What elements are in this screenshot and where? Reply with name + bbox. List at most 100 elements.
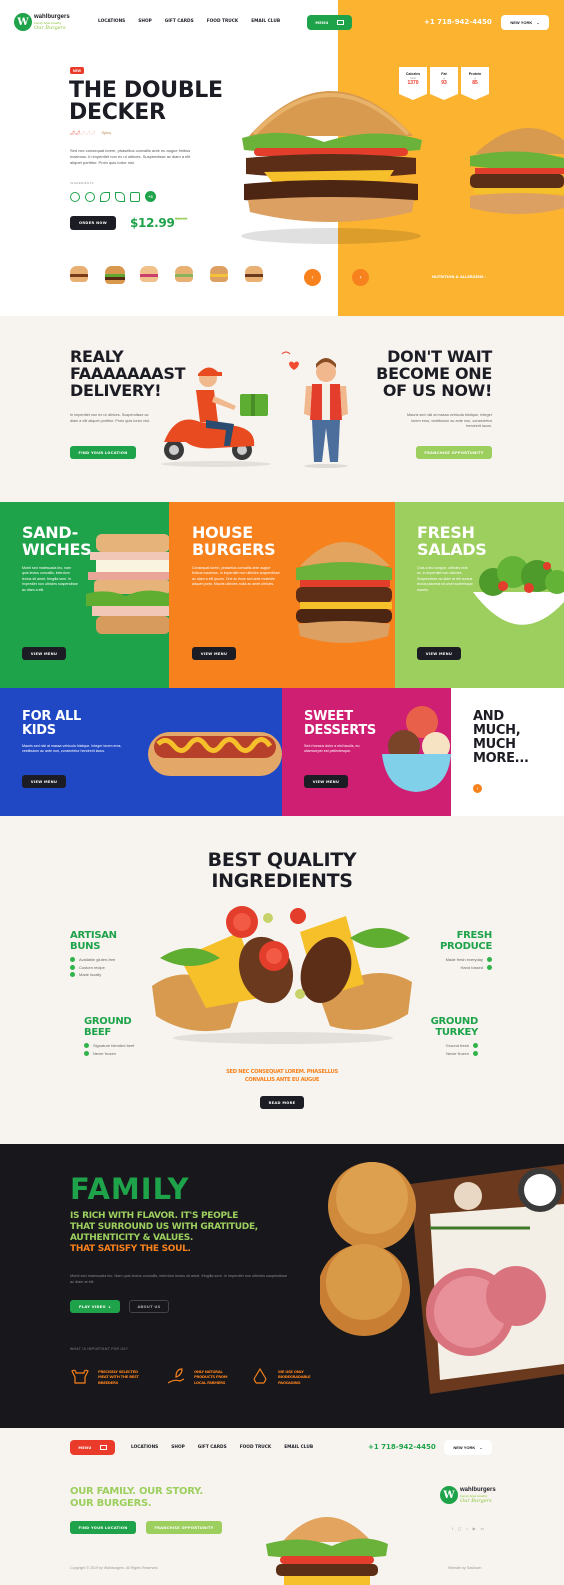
view-menu-button[interactable]: VIEW MENU [22,775,66,788]
check-icon [487,957,492,963]
nav-locations[interactable]: LOCATIONS [98,19,125,24]
category-title: SWEET DESSERTS [304,710,376,738]
phone-number[interactable]: +1 718-942-4450 [424,18,492,26]
find-location-button[interactable]: FIND YOUR LOCATION [70,446,136,459]
more-title: AND MUCH, MUCH MORE... [473,710,529,766]
view-menu-button[interactable]: VIEW MENU [192,647,236,660]
value-label: WE USE ONLY BIODEGRADABLE PACKAGING [278,1369,311,1385]
burger-thumb[interactable] [210,266,230,286]
feature-item: Signature blended beef [84,1042,134,1050]
franchise-title: DON'T WAIT BECOME ONE OF US NOW! [360,348,492,399]
chevron-left-icon: ‹ [311,274,314,281]
site-credit[interactable]: Website by Sashown [448,1566,482,1570]
feature-list: Ground fresh Never frozen [406,1042,478,1057]
burger-thumb-active[interactable] [105,266,125,286]
facebook-icon[interactable]: f [452,1526,453,1531]
feature-item: Ground fresh [406,1042,478,1050]
feature-title: FRESH PRODUCE [420,930,492,952]
footer-city-select[interactable]: NEW YORK ⌄ [444,1440,492,1455]
ingredients-title-line1: BEST QUALITY [207,849,357,871]
feature-item-label: Made locally [79,972,102,977]
footer-find-location-button[interactable]: FIND YOUR LOCATION [70,1521,136,1534]
hero-burger-next-image [470,128,564,214]
view-menu-button[interactable]: VIEW MENU [304,775,348,788]
category-sandwiches: SAND- WICHES Morbi sed malesuada leo, na… [0,502,169,688]
nav-gift-cards[interactable]: GIFT CARDS [165,19,194,24]
footer-story-line2: OUR BURGERS. [70,1498,152,1509]
family-subtitle: IS RICH WITH FLAVOR. IT'S PEOPLE THAT SU… [70,1211,258,1255]
more-line3: MUCH [473,737,516,752]
category-title-line2: BURGERS [192,540,276,559]
sandwich-image [86,534,169,634]
feature-item-label: Never frozen [446,1050,469,1056]
franchise-man-illustration [281,351,348,468]
feature-item: Never frozen [406,1050,478,1058]
view-menu-button[interactable]: VIEW MENU [22,647,66,660]
prev-slide-button[interactable]: ‹ [304,269,321,286]
category-house-burgers: HOUSE BURGERS Consequat lorem, phasellus… [169,502,395,688]
value-item: WE USE ONLY BIODEGRADABLE PACKAGING [250,1367,346,1387]
read-more-button[interactable]: READ MORE [260,1096,304,1109]
value-item: PRECISELY SELECTED MEAT WITH THE BEST BR… [70,1367,166,1387]
nav-shop[interactable]: SHOP [171,1445,185,1450]
ingredients-tagline: SED NEC CONSEQUAT LOREM. PHASELLUS CONVA… [0,1068,564,1084]
footer-brand-logo[interactable]: W wahlburgers Family Style Healthy Our B… [440,1486,496,1506]
feature-fresh-produce: FRESH PRODUCE Made fresh everyday Hand t… [420,930,492,971]
nav-food-truck[interactable]: FOOD TRUCK [240,1445,272,1450]
value-line: BREEDERS [98,1379,119,1385]
check-icon [473,1043,478,1049]
twitter-icon[interactable]: t [466,1526,467,1531]
play-video-button[interactable]: PLAY VIDEO ▸ [70,1300,120,1313]
more-arrow-button[interactable]: › [473,784,482,793]
nav-email-club[interactable]: EMAIL CLUB [251,19,280,24]
next-slide-button[interactable]: › [352,269,369,286]
ingredients-title: BEST QUALITY INGREDIENTS [0,850,564,892]
linkedin-icon[interactable]: in [481,1526,484,1531]
hero-title-line2: DECKER [69,100,166,125]
category-title-line2: DESSERTS [304,723,376,738]
feature-title-line2: TURKEY [435,1027,478,1038]
nav-food-truck[interactable]: FOOD TRUCK [207,19,239,24]
burger-thumbnails [70,266,265,286]
feature-item: Made locally [70,971,117,979]
nutrition-link[interactable]: NUTRITION & ALLERGENS › [432,275,486,279]
brand-logo[interactable]: W wahlburgers Family Style Healthy Our B… [14,13,72,33]
burger-thumb[interactable] [70,266,90,286]
feature-item-label: Ground fresh [445,1043,469,1048]
nav-gift-cards[interactable]: GIFT CARDS [198,1445,227,1450]
view-menu-button[interactable]: VIEW MENU [417,647,461,660]
youtube-icon[interactable]: ▶ [473,1526,476,1531]
footer-menu-button[interactable]: MENU [70,1440,115,1455]
burger-thumb[interactable] [140,266,160,286]
order-now-button[interactable]: ORDER NOW [70,216,116,230]
feature-title-line1: GROUND [84,1016,132,1027]
more-ingredients-badge[interactable]: +3 [145,191,156,202]
feature-title: ARTISAN BUNS [70,930,117,952]
burger-thumb[interactable] [245,266,265,286]
family-title: FAMILY [70,1172,190,1206]
footer-nav: LOCATIONS SHOP GIFT CARDS FOOD TRUCK EMA… [131,1445,326,1450]
nav-shop[interactable]: SHOP [138,19,152,24]
value-line: LOCAL FARMERS [194,1379,226,1385]
franchise-opportunity-button[interactable]: FRANCHISE OPPORTUNITY [416,446,492,459]
city-select[interactable]: NEW YORK ⌄ [501,15,549,30]
menu-label: MENU [78,1445,92,1450]
delivery-scooter-illustration [161,367,271,467]
main-nav: LOCATIONS SHOP GIFT CARDS FOOD TRUCK EMA… [98,19,293,24]
footer-phone-number[interactable]: +1 718-942-4450 [368,1443,436,1451]
nav-email-club[interactable]: EMAIL CLUB [284,1445,313,1450]
category-title-line1: SAND- [22,523,79,542]
category-title-line2: WICHES [22,540,92,559]
category-title: FOR ALL KIDS [22,710,81,738]
menu-button[interactable]: MENU [307,15,352,30]
burger-thumb[interactable] [175,266,195,286]
nutrition-value: 85 [472,80,478,86]
category-title: HOUSE BURGERS [192,524,276,559]
city-value: NEW YORK [510,20,533,25]
footer-franchise-button[interactable]: FRANCHISE OPPORTUNITY [146,1521,222,1534]
instagram-icon[interactable]: ◻ [458,1526,461,1531]
menu-label: MENU [315,20,329,25]
nav-locations[interactable]: LOCATIONS [131,1445,158,1450]
about-us-button[interactable]: ABOUT US [129,1300,169,1313]
brand-tagline-2: Our Burgers [460,1498,492,1504]
